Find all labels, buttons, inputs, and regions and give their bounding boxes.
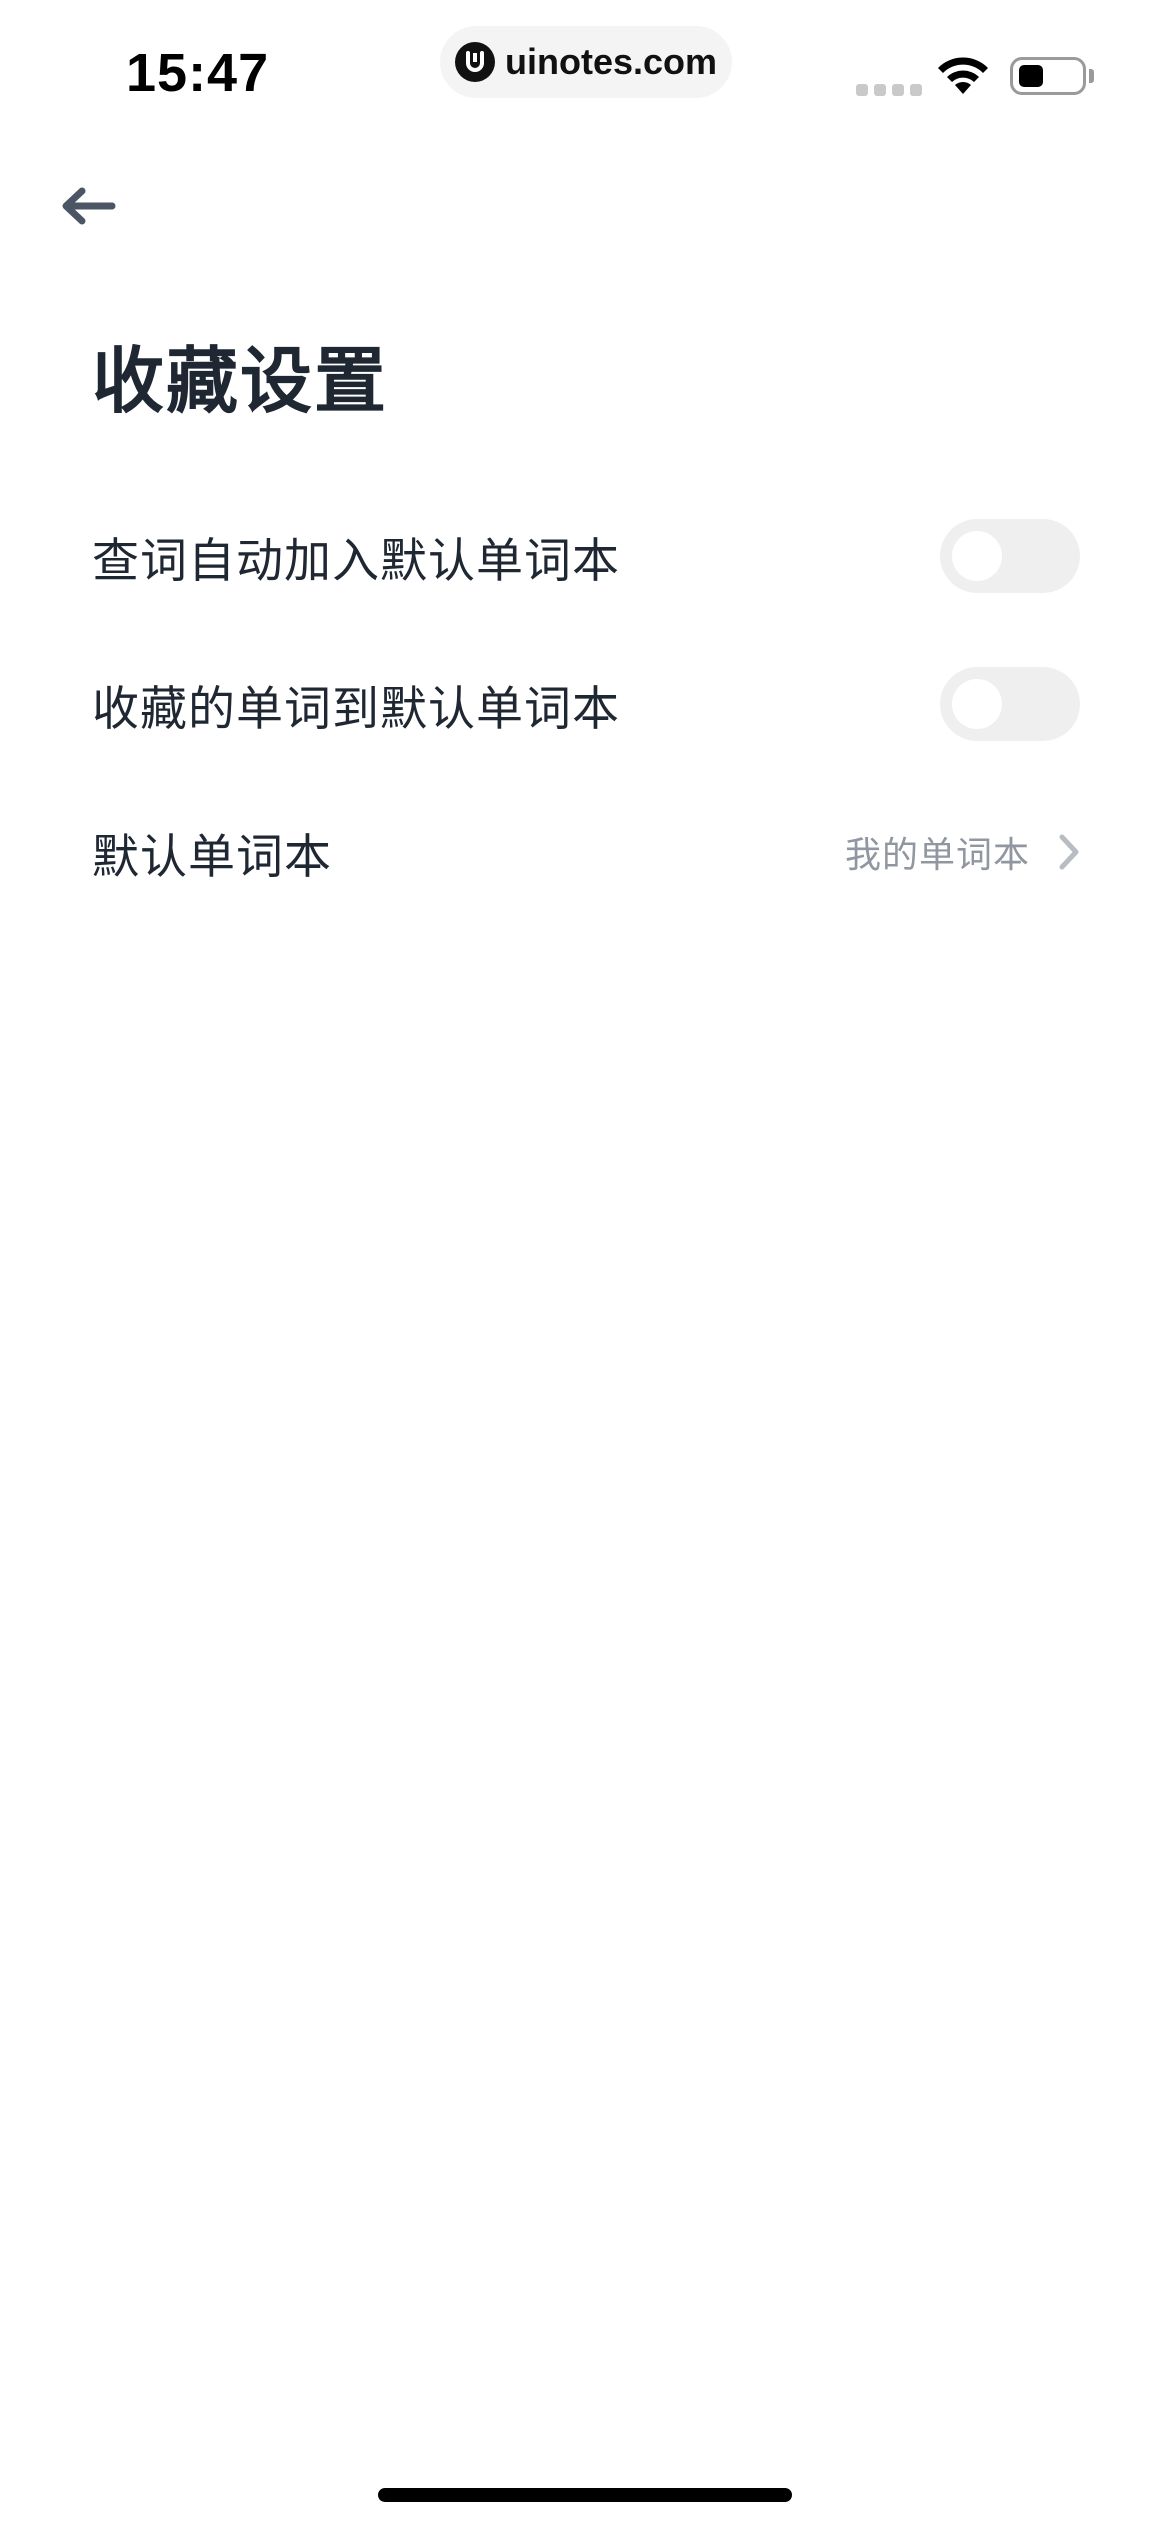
default-wordbook-value: 我的单词本	[844, 835, 1030, 876]
setting-label: 查词自动加入默认单词本	[92, 533, 620, 589]
status-time: 15:47	[126, 43, 270, 103]
status-bar: 15:47 uinotes.com	[0, 0, 1170, 140]
favorites-to-default-toggle[interactable]	[940, 667, 1080, 741]
settings-screen: 15:47 uinotes.com 收藏设置 查词自动加入默认单词本 收藏的单词…	[0, 0, 1170, 2532]
url-text: uinotes.com	[504, 41, 718, 82]
toggle-knob	[952, 531, 1002, 581]
setting-label: 收藏的单词到默认单词本	[92, 681, 620, 737]
battery-icon	[1010, 57, 1086, 95]
setting-row-favorites-to-default: 收藏的单词到默认单词本	[92, 630, 1080, 778]
chevron-right-icon	[1058, 833, 1080, 871]
back-button[interactable]	[52, 176, 124, 236]
setting-row-auto-add: 查词自动加入默认单词本	[92, 482, 1080, 630]
setting-label: 默认单词本	[92, 829, 332, 885]
cellular-signal-icon	[856, 84, 922, 96]
setting-row-default-wordbook[interactable]: 默认单词本 我的单词本	[92, 778, 1080, 926]
home-indicator	[378, 2488, 792, 2502]
site-logo-icon	[454, 42, 495, 82]
url-pill[interactable]: uinotes.com	[440, 26, 732, 98]
battery-tip	[1089, 69, 1094, 83]
page-title: 收藏设置	[92, 339, 389, 423]
auto-add-toggle[interactable]	[940, 519, 1080, 593]
toggle-knob	[952, 679, 1002, 729]
default-wordbook-selector[interactable]: 我的单词本	[845, 826, 1080, 878]
settings-list: 查词自动加入默认单词本 收藏的单词到默认单词本 默认单词本 我的单词本	[92, 482, 1080, 926]
arrow-left-icon	[62, 187, 116, 225]
wifi-icon	[934, 54, 992, 100]
